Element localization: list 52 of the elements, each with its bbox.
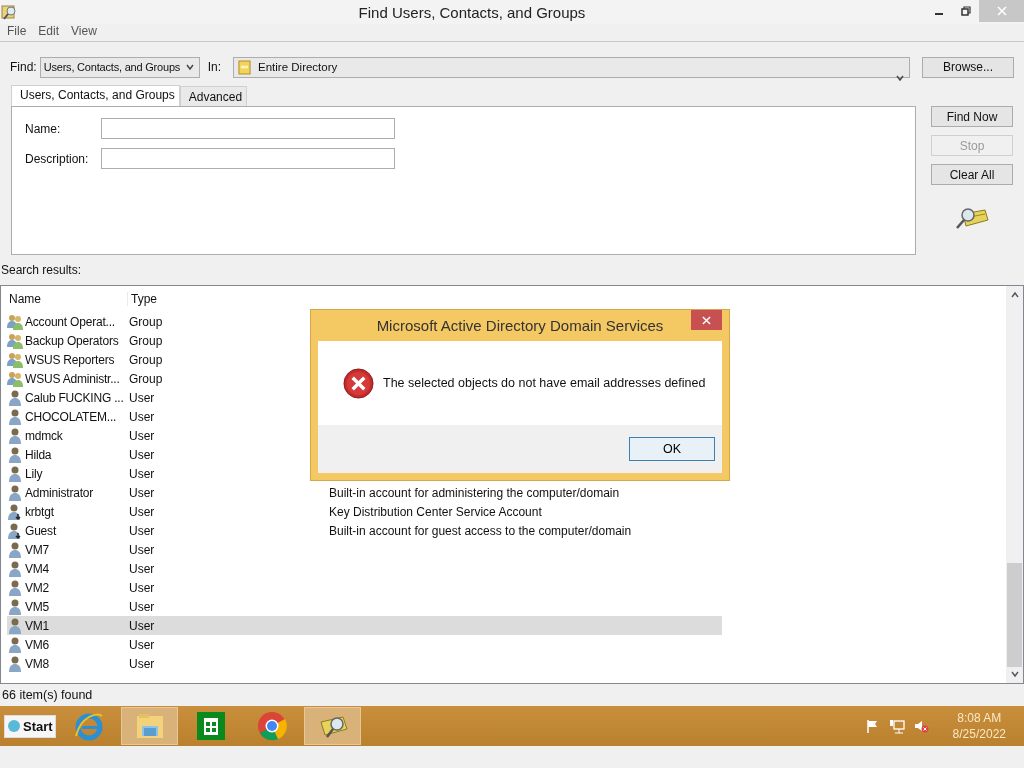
type-cell-text: User [129,523,156,538]
type-cell-text: User [129,656,156,671]
type-cell-text: User [129,618,156,633]
status-text: 66 item(s) found [1,687,94,704]
find-label: Find: [10,60,37,74]
name-cell-text: krbtgt [25,504,55,519]
clock-time: 8:08 AM [957,710,1002,726]
type-cell-text: User [129,485,156,500]
type-cell-text: User [129,428,156,443]
name-cell-text: Backup Operators [25,333,120,348]
name-cell-text: CHOCOLATEM... [25,409,118,424]
name-cell-text: Calub FUCKING ... [25,390,125,405]
name-cell-text: VM2 [25,580,51,595]
name-cell-text: Guest [25,523,58,538]
window-title: Find Users, Contacts, and Groups [357,3,587,21]
type-cell-text: User [129,580,156,595]
description-cell: Key Distribution Center Service Account [329,504,542,519]
type-cell-text: User [129,447,156,462]
type-cell-text: User [129,542,156,557]
name-cell-text: VM1 [25,618,51,633]
name-cell-text: Administrator [25,485,95,500]
name-cell-text: VM4 [25,561,51,576]
name-cell-text: WSUS Reporters [25,352,116,367]
name-cell-text: VM7 [25,542,51,557]
name-cell-text: VM5 [25,599,51,614]
name-cell-text: mdmck [25,428,64,443]
type-cell-text: User [129,390,156,405]
type-cell-text: User [129,599,156,614]
in-label: In: [207,60,222,74]
description-cell: Built-in account for administering the computer/domain [329,485,620,500]
type-cell-text: User [129,561,156,576]
type-cell-text: User [129,409,156,424]
type-cell-text: Group [129,352,164,367]
type-cell-text: Group [129,314,164,329]
type-cell-text: User [129,504,156,519]
name-cell-text: Lily [25,466,44,481]
name-cell-text: VM6 [25,637,51,652]
name-cell-text: Account Operat... [25,314,116,329]
type-cell-text: User [129,637,156,652]
search-results-label: Search results: [0,263,83,279]
dialog-title: Microsoft Active Directory Domain Services [376,317,664,334]
dialog-message: The selected objects do not have email addresses defined [383,376,706,390]
name-cell-text: Hilda [25,447,53,462]
field-label: Name: [25,121,62,136]
name-cell-text: VM8 [25,656,51,671]
field-label: Description: [25,151,90,166]
type-cell-text: Group [129,333,164,348]
type-cell-text: User [129,466,156,481]
type-cell-text: Group [129,371,164,386]
name-cell-text: WSUS Administr... [25,371,121,386]
description-cell: Built-in account for guest access to the computer/domain [329,523,632,538]
clock-date: 8/25/2022 [952,726,1006,742]
